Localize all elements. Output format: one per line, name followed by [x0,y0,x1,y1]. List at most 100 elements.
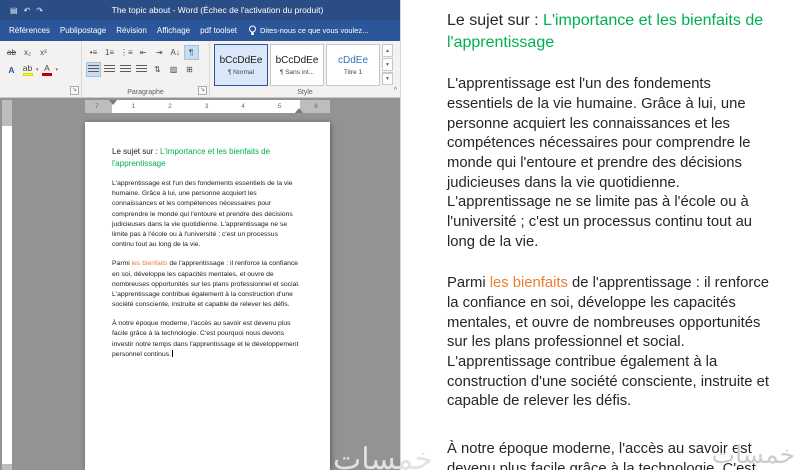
save-icon[interactable]: ▤ [10,6,18,15]
doc-p3-text: À notre époque moderne, l'accès au savoi… [112,320,299,358]
vertical-ruler-band [2,126,12,464]
zoom-p2-highlight: les bienfaits [489,275,568,292]
ruler-number: 4 [241,103,245,110]
indent-marker[interactable] [109,100,117,109]
font-color-bar [42,72,53,76]
font-dialog-launcher[interactable]: ↘ [70,86,79,95]
style-card-sans-interligne[interactable]: bCcDdEe ¶ Sans int... [270,44,324,86]
align-right-icon [120,65,131,74]
align-center-icon [104,65,115,74]
watermark-center: خمسات [333,443,434,470]
gallery-up-button[interactable]: ▲ [382,44,393,57]
ruler-number: 1 [131,103,136,110]
word-window: ▤ ↶ ↷ The topic about - Word (Échec de l… [0,0,400,470]
line-spacing-button[interactable]: ⇅ [150,62,165,77]
tell-me-label: Dites-nous ce que vous voulez... [260,26,369,35]
paragraph-dialog-launcher[interactable]: ↘ [198,86,207,95]
styles-gallery: bCcDdEe ¶ Normal bCcDdEe ¶ Sans int... c… [214,44,397,86]
style-label: ¶ Sans int... [279,68,315,76]
multilevel-list-button[interactable]: ⋮≡ [118,45,135,60]
highlight-color-button[interactable]: ab [20,62,35,77]
tell-me-box[interactable]: Dites-nous ce que vous voulez... [248,25,400,36]
zoom-title: Le sujet sur : L'importance et les bienf… [447,10,774,53]
tab-references[interactable]: Références [4,20,55,41]
increase-indent-button[interactable]: ⇥ [152,45,167,60]
title-bar: ▤ ↶ ↷ The topic about - Word (Échec de l… [0,0,400,20]
superscript-button[interactable]: x² [36,45,51,60]
justify-button[interactable] [134,62,149,77]
chevron-down-icon[interactable]: ▾ [36,67,39,73]
ruler-number: 7 [95,103,99,110]
chevron-down-icon[interactable]: ▾ [56,67,59,73]
highlight-color-bar [22,72,33,76]
collapse-ribbon-button[interactable]: ^ [394,87,397,94]
tab-pdf-toolset[interactable]: pdf toolset [195,20,242,41]
shading-button[interactable]: ▨ [166,62,181,77]
justify-icon [136,65,147,74]
styles-gallery-scroll: ▲ ▼ ▼ [382,44,393,85]
sort-button[interactable]: A↓ [168,45,183,60]
ruler-numbers: 7 1 2 3 4 5 6 [85,100,330,113]
subscript-button[interactable]: x₂ [20,45,35,60]
doc-title-prefix: Le sujet sur : [112,147,161,156]
text-effects-icon: A [8,64,15,75]
window-title: The topic about - Word (Échec de l'activ… [111,5,324,15]
font-color-icon: A [44,62,50,73]
doc-paragraph-1[interactable]: L'apprentissage est l'un des fondements … [112,179,300,250]
text-cursor [171,349,173,357]
paragraph-group-label: Paragraphe [127,89,164,96]
style-card-normal[interactable]: bCcDdEe ¶ Normal [214,44,268,86]
doc-p2-highlight: les bienfaits [131,260,168,268]
paragraph-group: •≡ 1≡ ⋮≡ ⇤ ⇥ A↓ ¶ ⇅ ▨ ⊞ Paragraphe ↘ [82,41,210,97]
zoom-p2-rest: de l'apprentissage : il renforce la conf… [447,275,769,410]
styles-group: bCcDdEe ¶ Normal bCcDdEe ¶ Sans int... c… [210,41,400,97]
zoom-paragraph-1: L'apprentissage est l'un des fondements … [447,76,753,250]
ruler-number: 6 [314,103,318,110]
ruler-number: 5 [277,103,282,110]
zoom-title-prefix: Le sujet sur : [447,12,544,29]
align-center-button[interactable] [102,62,117,77]
undo-icon[interactable]: ↶ [24,6,31,15]
horizontal-ruler: 7 1 2 3 4 5 6 [85,100,330,113]
ribbon: ab x₂ x² A ab ▾ A ▾ ↘ •≡ 1≡ ⋮≡ ⇤ ⇥ A↓ ¶ … [0,41,400,98]
decrease-indent-button[interactable]: ⇤ [136,45,151,60]
redo-icon[interactable]: ↷ [36,6,43,15]
screenshot-root: ▤ ↶ ↷ The topic about - Word (Échec de l… [0,0,800,470]
doc-paragraph-2[interactable]: Parmi les bienfaits de l'apprentissage :… [112,259,300,310]
tab-revision[interactable]: Révision [111,20,152,41]
bullets-button[interactable]: •≡ [86,45,101,60]
watermark-right: خمسات [711,441,795,469]
right-indent-marker[interactable] [295,104,303,113]
text-effects-button[interactable]: A [4,62,19,77]
style-label: ¶ Normal [227,68,255,76]
align-right-button[interactable] [118,62,133,77]
style-card-titre-1[interactable]: cDdEe Titre 1 [326,44,380,86]
document-page[interactable]: Le sujet sur : L'importance et les bienf… [85,122,330,470]
numbering-button[interactable]: 1≡ [102,45,117,60]
styles-group-label: Style [297,89,313,96]
style-preview: bCcDdEe [275,54,319,66]
zoomed-text-panel: Le sujet sur : L'importance et les bienf… [400,0,800,470]
ruler-number: 2 [168,103,172,110]
highlight-icon: ab [22,62,33,73]
align-left-button[interactable] [86,62,101,77]
tab-affichage[interactable]: Affichage [152,20,195,41]
doc-title[interactable]: Le sujet sur : L'importance et les bienf… [112,146,300,170]
ribbon-tab-bar: Références Publipostage Révision Afficha… [0,20,400,41]
gallery-more-button[interactable]: ▼ [382,72,393,85]
font-color-button[interactable]: A [40,62,55,77]
doc-paragraph-3[interactable]: À notre époque moderne, l'accès au savoi… [112,319,300,360]
quick-access-toolbar: ▤ ↶ ↷ [0,6,49,15]
tab-publipostage[interactable]: Publipostage [55,20,111,41]
doc-p2-rest: de l'apprentissage : il renforce la conf… [112,260,300,309]
style-label: Titre 1 [343,68,363,76]
style-preview: bCcDdEe [219,54,263,66]
show-paragraph-marks-button[interactable]: ¶ [183,45,199,60]
ruler-number: 3 [204,103,209,110]
zoom-p2-prefix: Parmi [447,275,490,292]
gallery-down-button[interactable]: ▼ [382,58,393,71]
align-left-icon [88,65,99,74]
vertical-ruler [2,100,12,470]
strikethrough-button[interactable]: ab [4,45,19,60]
borders-button[interactable]: ⊞ [182,62,197,77]
